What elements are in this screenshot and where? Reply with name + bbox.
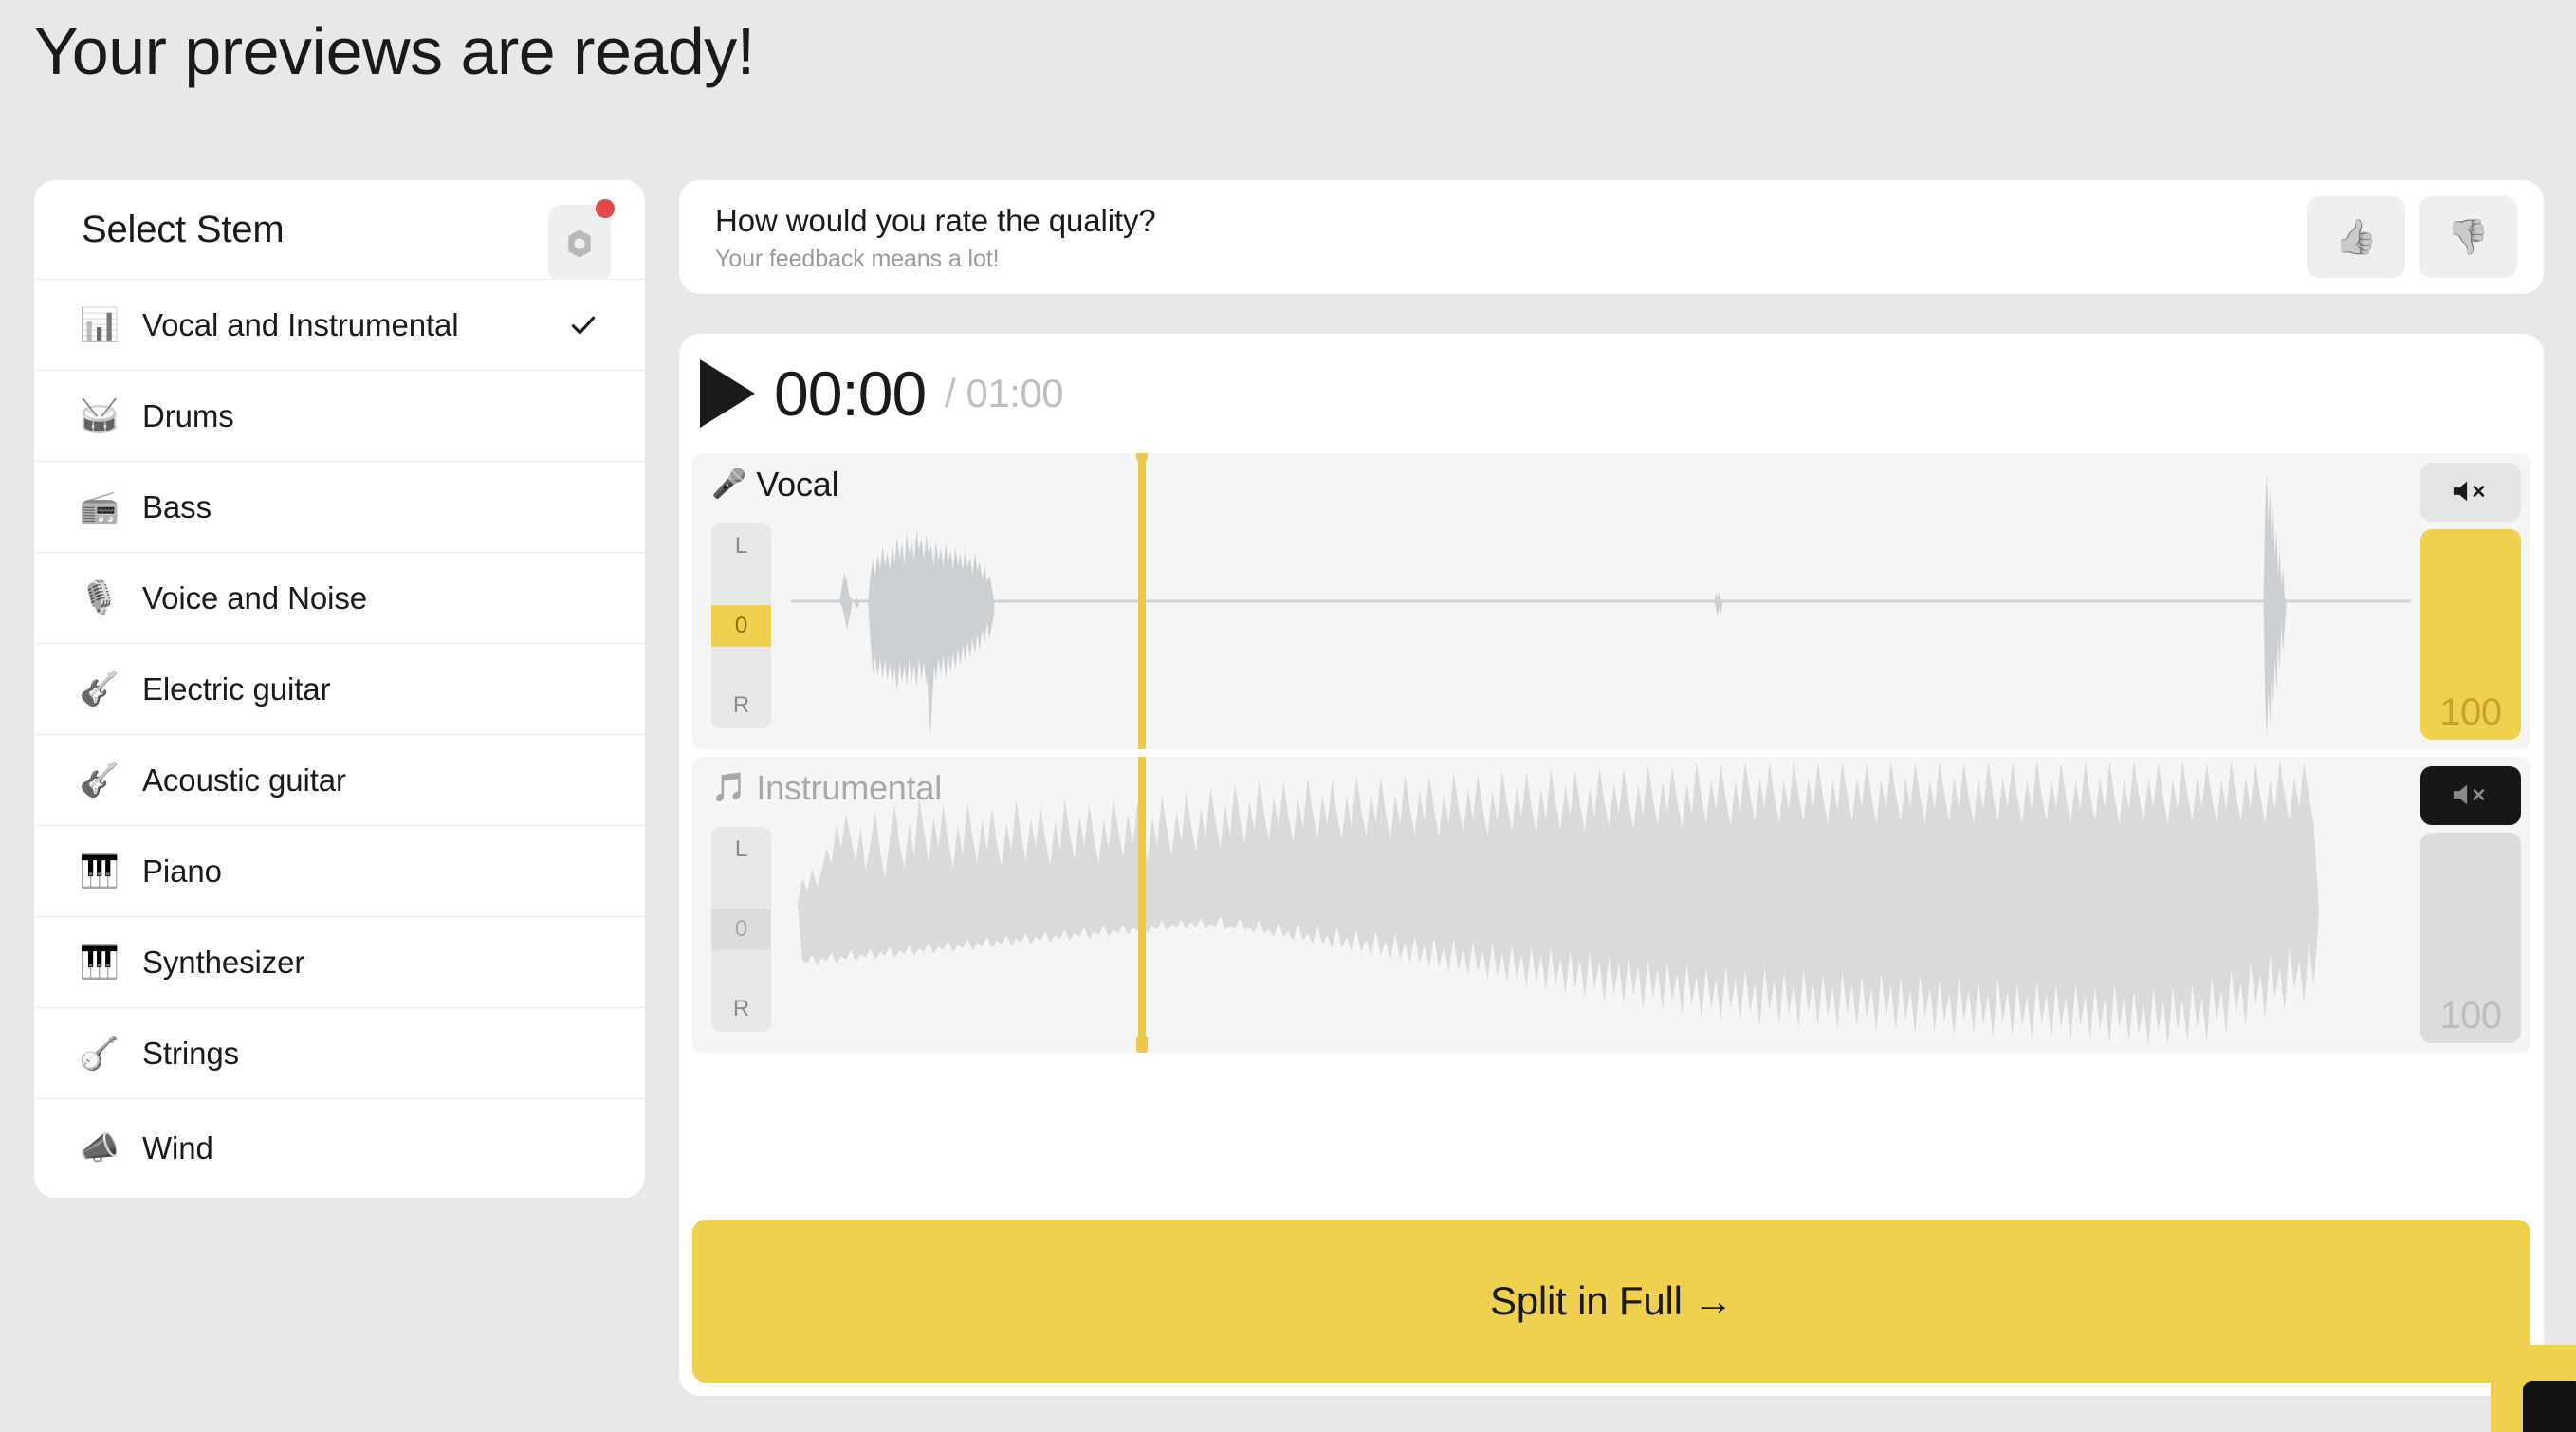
sidebar-item-label: Synthesizer (142, 944, 305, 980)
track-row-vocal: 🎤 Vocal L 0 R 100 (692, 453, 2530, 749)
total-time-value: 01:00 (966, 371, 1064, 415)
page-title: Your previews are ready! (34, 14, 755, 88)
track-list: 🎤 Vocal L 0 R 100 🎵 Instrumental L 0 R 1… (679, 453, 2544, 1053)
play-button[interactable] (692, 358, 763, 429)
pan-value: 0 (711, 605, 771, 647)
sidebar-item-label: Bass (142, 488, 212, 524)
sidebar-item-label: Electric guitar (142, 670, 331, 707)
speaker-mute-icon (2450, 476, 2492, 509)
pan-value: 0 (711, 909, 771, 950)
gear-icon (561, 225, 598, 263)
waveform-icon: 📊 (79, 306, 120, 343)
sidebar-header: Select Stem (34, 180, 645, 283)
mute-button-instrumental[interactable] (2420, 766, 2521, 825)
music-note-icon: 🎵 (711, 772, 747, 803)
track-row-instrumental: 🎵 Instrumental L 0 R 100 (692, 757, 2530, 1053)
piano-icon: 🎹 (79, 853, 120, 890)
settings-wrapper (548, 199, 615, 283)
pan-label-left: L (734, 836, 748, 862)
sidebar-item-piano[interactable]: 🎹 Piano (34, 826, 645, 917)
sidebar-item-wind[interactable]: 📣 Wind (34, 1099, 645, 1198)
rating-buttons: 👍 👎 (2307, 196, 2517, 278)
sidebar-item-drums[interactable]: 🥁 Drums (34, 371, 645, 462)
pan-label-right: R (732, 692, 750, 718)
time-separator: / (945, 371, 956, 415)
sidebar-item-voice-and-noise[interactable]: 🎙️ Voice and Noise (34, 553, 645, 644)
total-time: / 01:00 (945, 371, 1063, 416)
track-header: 🎵 Instrumental (711, 768, 942, 808)
sidebar-item-synthesizer[interactable]: 🎹 Synthesizer (34, 917, 645, 1008)
sidebar-item-label: Piano (142, 853, 222, 889)
pan-slider-instrumental[interactable]: L 0 R (711, 827, 771, 1032)
player-card: 00:00 / 01:00 🎤 Vocal L 0 R 100 🎵 Instru… (679, 334, 2544, 1396)
sidebar-item-label: Drums (142, 397, 234, 433)
thumbs-down-button[interactable]: 👎 (2419, 196, 2517, 278)
chat-support-button[interactable] (2491, 1345, 2576, 1432)
harp-icon: 🪕 (79, 1035, 120, 1072)
pan-label-right: R (732, 996, 750, 1021)
feedback-card: How would you rate the quality? Your fee… (679, 180, 2544, 294)
track-name: Vocal (756, 465, 839, 504)
sidebar-item-label: Wind (142, 1130, 213, 1166)
drum-icon: 🥁 (79, 397, 120, 434)
french-horn-icon: 📣 (79, 1130, 120, 1166)
sidebar-item-label: Vocal and Instrumental (142, 306, 459, 342)
check-icon (567, 309, 599, 341)
sidebar-item-strings[interactable]: 🪕 Strings (34, 1008, 645, 1099)
microphone-icon: 🎙️ (79, 579, 120, 616)
transport-bar: 00:00 / 01:00 (679, 334, 2544, 453)
waveform-instrumental[interactable] (791, 757, 2411, 1053)
stem-list: 📊 Vocal and Instrumental 🥁 Drums 📻 Bass … (34, 279, 645, 1198)
speaker-mute-icon (2450, 780, 2492, 813)
volume-slider-instrumental[interactable]: 100 (2420, 833, 2521, 1043)
current-time: 00:00 (774, 358, 927, 429)
synth-keyboard-icon: 🎹 (79, 944, 120, 981)
volume-value: 100 (2439, 995, 2502, 1037)
microphone-icon: 🎤 (711, 468, 747, 500)
volume-value: 100 (2439, 691, 2502, 733)
feedback-question: How would you rate the quality? (715, 202, 1156, 238)
track-mixer-vocal: 100 (2420, 463, 2521, 740)
sidebar-item-electric-guitar[interactable]: 🎸 Electric guitar (34, 644, 645, 735)
feedback-subtitle: Your feedback means a lot! (715, 246, 1000, 273)
sidebar-item-bass[interactable]: 📻 Bass (34, 462, 645, 553)
amplifier-icon: 📻 (79, 488, 120, 525)
notification-dot (596, 199, 615, 218)
split-in-full-button[interactable]: Split in Full → (692, 1220, 2530, 1383)
stem-selector-panel: Select Stem 📊 Vocal and Instrumental 🥁 D… (34, 180, 645, 1198)
app-root: Your previews are ready! Select Stem 📊 V… (0, 0, 2576, 1432)
electric-guitar-icon: 🎸 (79, 670, 120, 707)
sidebar-item-acoustic-guitar[interactable]: 🎸 Acoustic guitar (34, 735, 645, 826)
thumbs-up-button[interactable]: 👍 (2307, 196, 2405, 278)
mute-button-vocal[interactable] (2420, 463, 2521, 522)
sidebar-item-vocal-and-instrumental[interactable]: 📊 Vocal and Instrumental (34, 280, 645, 371)
settings-button[interactable] (548, 199, 615, 283)
waveform-vocal[interactable] (791, 453, 2411, 749)
chat-bubble-icon (2523, 1381, 2576, 1432)
acoustic-guitar-icon: 🎸 (79, 762, 120, 799)
sidebar-item-label: Voice and Noise (142, 579, 367, 615)
pan-slider-vocal[interactable]: L 0 R (711, 523, 771, 728)
volume-slider-vocal[interactable]: 100 (2420, 529, 2521, 740)
sidebar-item-label: Acoustic guitar (142, 762, 346, 798)
track-header: 🎤 Vocal (711, 465, 839, 505)
pan-label-left: L (734, 533, 748, 559)
sidebar-item-label: Strings (142, 1035, 240, 1071)
track-mixer-instrumental: 100 (2420, 766, 2521, 1043)
track-name: Instrumental (756, 768, 943, 807)
sidebar-title: Select Stem (82, 208, 285, 250)
play-icon (700, 359, 755, 428)
feedback-text-block: How would you rate the quality? Your fee… (715, 201, 2307, 273)
